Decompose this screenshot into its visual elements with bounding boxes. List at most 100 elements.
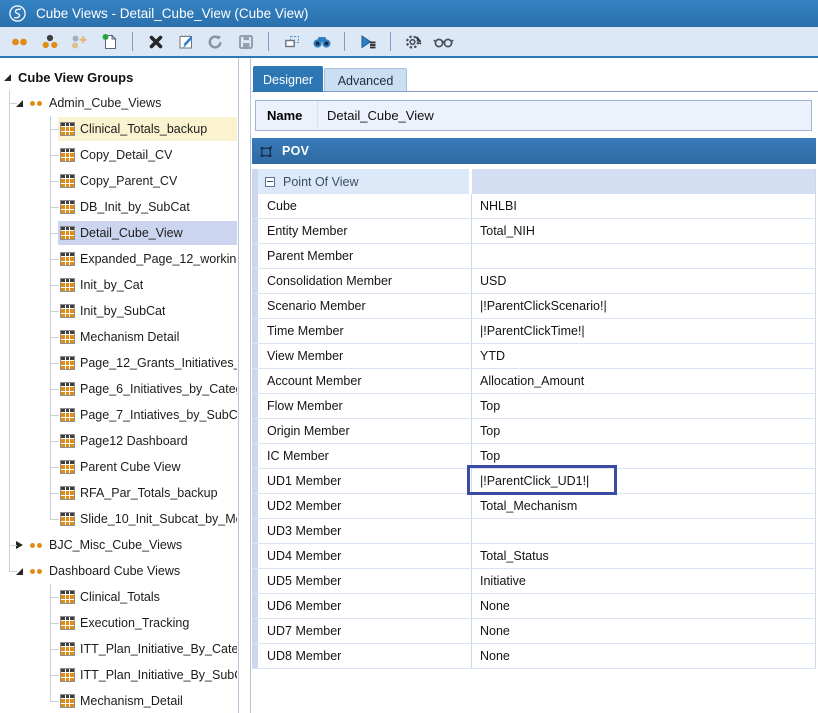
tree-root-cube-view-groups[interactable]: Cube View Groups	[0, 64, 237, 90]
pov-row-ud5-member[interactable]: UD5 Member Initiative	[252, 569, 816, 594]
tree-item-expanded-page-12-working[interactable]: Expanded_Page_12_working	[0, 246, 237, 272]
tree-item-inner[interactable]: Mechanism_Detail	[58, 689, 237, 713]
pov-row-ud4-member[interactable]: UD4 Member Total_Status	[252, 544, 816, 569]
pov-row-ic-member[interactable]: IC Member Top	[252, 444, 816, 469]
tree-item-inner[interactable]: Copy_Parent_CV	[58, 169, 237, 193]
tree-item-copy-parent-cv[interactable]: Copy_Parent_CV	[0, 168, 237, 194]
pov-row-value[interactable]	[472, 519, 816, 543]
tree-item-copy-detail-cv[interactable]: Copy_Detail_CV	[0, 142, 237, 168]
pov-row-ud3-member[interactable]: UD3 Member	[252, 519, 816, 544]
pov-row-consolidation-member[interactable]: Consolidation Member USD	[252, 269, 816, 294]
pov-row-time-member[interactable]: Time Member |!ParentClickTime!|	[252, 319, 816, 344]
pov-row-value[interactable]: None	[472, 594, 816, 618]
tree-item-inner[interactable]: Init_by_Cat	[58, 273, 237, 297]
pov-row-value[interactable]: None	[472, 619, 816, 643]
collapse-minus-icon[interactable]	[265, 177, 275, 187]
delete-icon[interactable]	[142, 30, 169, 53]
run-cube-view-icon[interactable]	[354, 30, 381, 53]
tree-group-bjc-misc-cube-views[interactable]: BJC_Misc_Cube_Views	[0, 532, 237, 558]
tree-item-inner[interactable]: Page_7_Intiatives_by_SubCa	[58, 403, 237, 427]
pov-row-scenario-member[interactable]: Scenario Member |!ParentClickScenario!|	[252, 294, 816, 319]
tree-item-parent-cube-view[interactable]: Parent Cube View	[0, 454, 237, 480]
tree-item-inner[interactable]: Copy_Detail_CV	[58, 143, 237, 167]
tree-item-inner[interactable]: Clinical_Totals	[58, 585, 237, 609]
pov-row-value[interactable]: Top	[472, 444, 816, 468]
expanded-triangle-icon[interactable]	[4, 74, 11, 81]
pov-row-value[interactable]: Allocation_Amount	[472, 369, 816, 393]
restore-window-icon[interactable]	[278, 30, 305, 53]
tree-item-inner[interactable]: Init_by_SubCat	[58, 299, 237, 323]
tree-item-inner[interactable]: Page_12_Grants_Initiatives_	[58, 351, 237, 375]
pov-row-value[interactable]: Top	[472, 419, 816, 443]
tree-group-dashboard-cube-views[interactable]: Dashboard Cube Views	[0, 558, 237, 584]
tree-item-clinical-totals[interactable]: Clinical_Totals	[0, 584, 237, 610]
pov-row-value[interactable]: None	[472, 644, 816, 668]
pov-row-ud7-member[interactable]: UD7 Member None	[252, 619, 816, 644]
tree-item-itt-plan-initiative-by-categ[interactable]: ITT_Plan_Initiative_By_Categ	[0, 636, 237, 662]
tree-item-inner[interactable]: Page12 Dashboard	[58, 429, 237, 453]
tree-item-slide-10-init-subcat-by-me[interactable]: Slide_10_Init_Subcat_by_Me	[0, 506, 237, 532]
tree-item-init-by-subcat[interactable]: Init_by_SubCat	[0, 298, 237, 324]
tree-item-page12-dashboard[interactable]: Page12 Dashboard	[0, 428, 237, 454]
pov-row-parent-member[interactable]: Parent Member	[252, 244, 816, 269]
tree-item-inner[interactable]: ITT_Plan_Initiative_By_SubC	[58, 663, 237, 687]
tree-group-admin-cube-views[interactable]: Admin_Cube_Views	[0, 90, 237, 116]
tree-item-inner[interactable]: RFA_Par_Totals_backup	[58, 481, 237, 505]
pov-row-value[interactable]: NHLBI	[472, 194, 816, 218]
edit-icon[interactable]	[172, 30, 199, 53]
save-icon[interactable]	[232, 30, 259, 53]
pov-row-ud1-member[interactable]: UD1 Member |!ParentClick_UD1!|	[252, 469, 816, 494]
tree-item-inner[interactable]: Parent Cube View	[58, 455, 237, 479]
tree-item-execution-tracking[interactable]: Execution_Tracking	[0, 610, 237, 636]
design-gear-icon[interactable]	[400, 30, 427, 53]
tree-item-init-by-cat[interactable]: Init_by_Cat	[0, 272, 237, 298]
tree-item-detail-cube-view[interactable]: Detail_Cube_View	[0, 220, 237, 246]
expanded-triangle-icon[interactable]	[16, 100, 23, 107]
pov-row-value[interactable]	[472, 244, 816, 268]
pov-row-cube[interactable]: Cube NHLBI	[252, 194, 816, 219]
tree-item-db-init-by-subcat[interactable]: DB_Init_by_SubCat	[0, 194, 237, 220]
tree-item-inner[interactable]: Mechanism Detail	[58, 325, 237, 349]
pov-row-entity-member[interactable]: Entity Member Total_NIH	[252, 219, 816, 244]
pov-row-value[interactable]: |!ParentClickScenario!|	[472, 294, 816, 318]
tree-item-inner[interactable]: Execution_Tracking	[58, 611, 237, 635]
tree-item-inner[interactable]: Clinical_Totals_backup	[58, 117, 237, 141]
find-binoculars-icon[interactable]	[308, 30, 335, 53]
pov-row-origin-member[interactable]: Origin Member Top	[252, 419, 816, 444]
pov-row-value[interactable]: Total_NIH	[472, 219, 816, 243]
tree-item-page-6-initiatives-by-categ[interactable]: Page_6_Initiatives_by_Categ	[0, 376, 237, 402]
tree-item-rfa-par-totals-backup[interactable]: RFA_Par_Totals_backup	[0, 480, 237, 506]
pov-row-value[interactable]: |!ParentClick_UD1!|	[472, 469, 816, 493]
pov-row-value[interactable]: Initiative	[472, 569, 816, 593]
expanded-triangle-icon[interactable]	[16, 568, 23, 575]
pov-row-view-member[interactable]: View Member YTD	[252, 344, 816, 369]
tree-item-page-7-intiatives-by-subca[interactable]: Page_7_Intiatives_by_SubCa	[0, 402, 237, 428]
pov-row-ud6-member[interactable]: UD6 Member None	[252, 594, 816, 619]
preview-glasses-icon[interactable]	[430, 30, 457, 53]
pov-row-account-member[interactable]: Account Member Allocation_Amount	[252, 369, 816, 394]
tree-item-inner[interactable]: ITT_Plan_Initiative_By_Categ	[58, 637, 237, 661]
pov-row-value[interactable]: Top	[472, 394, 816, 418]
tree-item-inner[interactable]: Slide_10_Init_Subcat_by_Me	[58, 507, 237, 531]
refresh-icon[interactable]	[202, 30, 229, 53]
tree-item-inner[interactable]: DB_Init_by_SubCat	[58, 195, 237, 219]
pov-row-value[interactable]: |!ParentClickTime!|	[472, 319, 816, 343]
tree-item-clinical-totals-backup[interactable]: Clinical_Totals_backup	[0, 116, 237, 142]
pov-row-ud8-member[interactable]: UD8 Member None	[252, 644, 816, 669]
group-dots-icon[interactable]	[36, 30, 63, 53]
tree-item-page-12-grants-initiatives[interactable]: Page_12_Grants_Initiatives_	[0, 350, 237, 376]
tree-item-inner[interactable]: Page_6_Initiatives_by_Categ	[58, 377, 237, 401]
tree-item-mechanism-detail[interactable]: Mechanism_Detail	[0, 688, 237, 713]
new-document-icon[interactable]	[96, 30, 123, 53]
pov-row-value[interactable]: Total_Status	[472, 544, 816, 568]
collapsed-triangle-icon[interactable]	[16, 541, 23, 549]
panel-splitter[interactable]	[250, 58, 251, 713]
cube-view-groups-icon[interactable]	[6, 30, 33, 53]
tab-advanced[interactable]: Advanced	[324, 68, 407, 92]
tree-item-itt-plan-initiative-by-subc[interactable]: ITT_Plan_Initiative_By_SubC	[0, 662, 237, 688]
add-member-icon[interactable]	[66, 30, 93, 53]
tree-item-mechanism-detail[interactable]: Mechanism Detail	[0, 324, 237, 350]
tree-item-inner[interactable]: Detail_Cube_View	[58, 221, 237, 245]
pov-row-flow-member[interactable]: Flow Member Top	[252, 394, 816, 419]
tab-designer[interactable]: Designer	[253, 66, 323, 92]
